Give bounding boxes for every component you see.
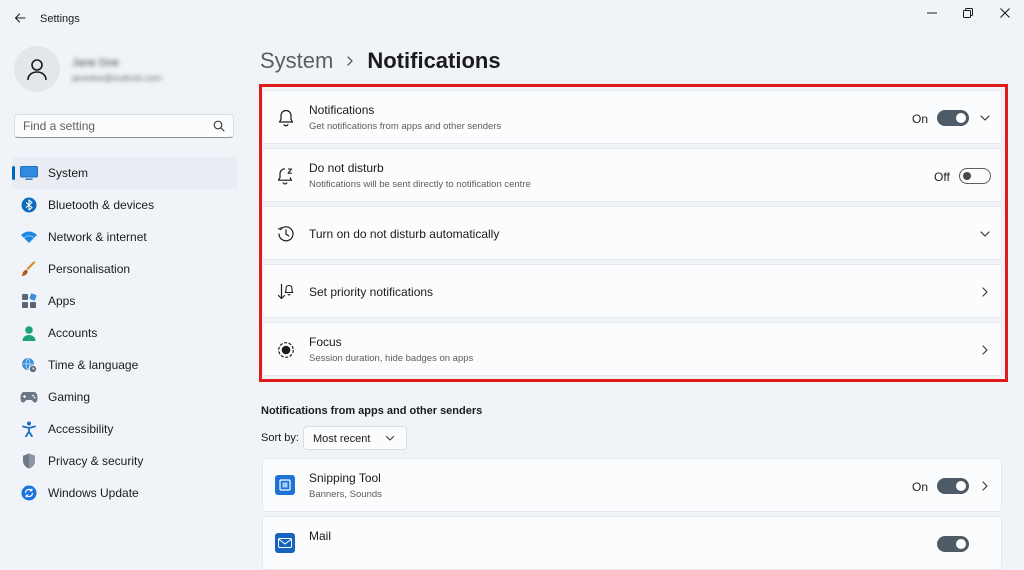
user-icon	[27, 59, 47, 81]
sidebar-item-network[interactable]: Network & internet	[12, 221, 238, 253]
shield-icon	[20, 452, 38, 470]
sidebar-item-label: Accessibility	[48, 422, 114, 436]
breadcrumb: System Notifications	[260, 44, 501, 78]
title-bar: Settings	[0, 0, 1024, 40]
sidebar-item-system[interactable]: System	[12, 157, 238, 189]
sort-value: Most recent	[313, 433, 371, 445]
gamepad-icon	[20, 388, 38, 406]
search-icon[interactable]	[213, 120, 225, 132]
sidebar-item-personalisation[interactable]: Personalisation	[12, 253, 238, 285]
update-icon	[20, 484, 38, 502]
page-title: Notifications	[367, 48, 501, 73]
app-name: Snipping Tool	[309, 471, 381, 485]
notifications-toggle[interactable]	[937, 110, 969, 126]
arrow-left-icon	[14, 13, 26, 23]
app-subtitle: Banners, Sounds	[309, 489, 382, 500]
sidebar-nav: System Bluetooth & devices Network & int…	[12, 157, 238, 509]
sidebar-item-accounts[interactable]: Accounts	[12, 317, 238, 349]
brush-icon	[20, 260, 38, 278]
sidebar-item-privacy-security[interactable]: Privacy & security	[12, 445, 238, 477]
search-input[interactable]	[23, 119, 211, 133]
sidebar-item-time-language[interactable]: Time & language	[12, 349, 238, 381]
sidebar-item-label: Accounts	[48, 326, 98, 340]
card-title: Focus	[309, 335, 342, 349]
chevron-right-icon	[345, 55, 355, 67]
sidebar-item-label: System	[48, 166, 89, 180]
snipping-tool-toggle[interactable]	[937, 478, 969, 494]
chevron-down-icon[interactable]	[978, 227, 992, 241]
chevron-right-icon[interactable]	[978, 479, 992, 493]
focus-card[interactable]: Focus Session duration, hide badges on a…	[262, 322, 1002, 376]
card-subtitle: Session duration, hide badges on apps	[309, 353, 474, 364]
bell-icon	[275, 107, 297, 129]
card-subtitle: Notifications will be sent directly to n…	[309, 179, 531, 190]
clock-icon	[275, 223, 297, 245]
dnd-automatic-card[interactable]: Turn on do not disturb automatically	[262, 206, 1002, 260]
bluetooth-icon	[20, 196, 38, 214]
user-profile[interactable]: Jane Doe janedoe@outlook.com	[14, 46, 234, 96]
do-not-disturb-card[interactable]: Do not disturb Notifications will be sen…	[262, 148, 1002, 202]
close-icon	[1000, 8, 1010, 18]
sidebar-item-label: Personalisation	[48, 262, 131, 276]
sidebar-item-label: Gaming	[48, 390, 91, 404]
card-title: Do not disturb	[309, 161, 384, 175]
apps-icon	[20, 292, 38, 310]
toggle-state-label: On	[912, 112, 929, 126]
card-subtitle: Get notifications from apps and other se…	[309, 121, 502, 132]
app-title: Settings	[40, 13, 80, 25]
avatar	[14, 46, 60, 92]
back-button[interactable]	[8, 6, 32, 30]
sidebar-item-label: Privacy & security	[48, 454, 144, 468]
person-icon	[20, 324, 38, 342]
sidebar-item-bluetooth[interactable]: Bluetooth & devices	[12, 189, 238, 221]
sidebar-item-windows-update[interactable]: Windows Update	[12, 477, 238, 509]
breadcrumb-parent[interactable]: System	[260, 48, 333, 74]
chevron-right-icon[interactable]	[978, 285, 992, 299]
section-title: Notifications from apps and other sender…	[261, 405, 483, 417]
sidebar-item-label: Windows Update	[48, 486, 139, 500]
minimize-icon	[927, 12, 937, 14]
priority-notifications-card[interactable]: Set priority notifications	[262, 264, 1002, 318]
user-email: janedoe@outlook.com	[72, 73, 162, 83]
minimize-button[interactable]	[918, 4, 946, 22]
close-button[interactable]	[991, 4, 1019, 22]
sidebar-item-gaming[interactable]: Gaming	[12, 381, 238, 413]
restore-button[interactable]	[954, 4, 982, 22]
app-name: Mail	[309, 529, 332, 543]
monitor-icon	[20, 164, 38, 182]
notifications-card[interactable]: Notifications Get notifications from app…	[262, 90, 1002, 144]
sidebar-item-label: Bluetooth & devices	[48, 198, 155, 212]
user-name: Jane Doe	[72, 57, 120, 69]
sidebar-item-apps[interactable]: Apps	[12, 285, 238, 317]
restore-icon	[963, 8, 973, 18]
chevron-down-icon	[385, 435, 395, 441]
card-title: Set priority notifications	[309, 285, 434, 299]
app-row-snipping-tool[interactable]: Snipping Tool Banners, Sounds On	[262, 458, 1002, 512]
mail-toggle[interactable]	[937, 536, 969, 552]
do-not-disturb-toggle[interactable]	[959, 168, 991, 184]
app-row-mail[interactable]: Mail	[262, 516, 1002, 570]
card-title: Turn on do not disturb automatically	[309, 227, 500, 241]
chevron-right-icon[interactable]	[978, 343, 992, 357]
bell-snooze-icon	[275, 165, 297, 187]
sort-label: Sort by:	[261, 432, 299, 444]
sidebar-item-label: Time & language	[48, 358, 139, 372]
toggle-state-label: Off	[934, 170, 950, 184]
priority-sort-icon	[275, 281, 297, 303]
wifi-icon	[20, 228, 38, 246]
focus-icon	[275, 339, 297, 361]
globe-clock-icon	[20, 356, 38, 374]
search-box	[14, 114, 234, 138]
card-title: Notifications	[309, 103, 375, 117]
mail-icon	[275, 533, 295, 553]
accessibility-icon	[20, 420, 38, 438]
sidebar-item-accessibility[interactable]: Accessibility	[12, 413, 238, 445]
sidebar-item-label: Network & internet	[48, 230, 147, 244]
snipping-tool-icon	[275, 475, 295, 495]
active-indicator	[12, 166, 15, 180]
sidebar-item-label: Apps	[48, 294, 76, 308]
chevron-down-icon[interactable]	[978, 111, 992, 125]
sort-dropdown[interactable]: Most recent	[303, 426, 407, 450]
toggle-state-label: On	[912, 480, 929, 494]
